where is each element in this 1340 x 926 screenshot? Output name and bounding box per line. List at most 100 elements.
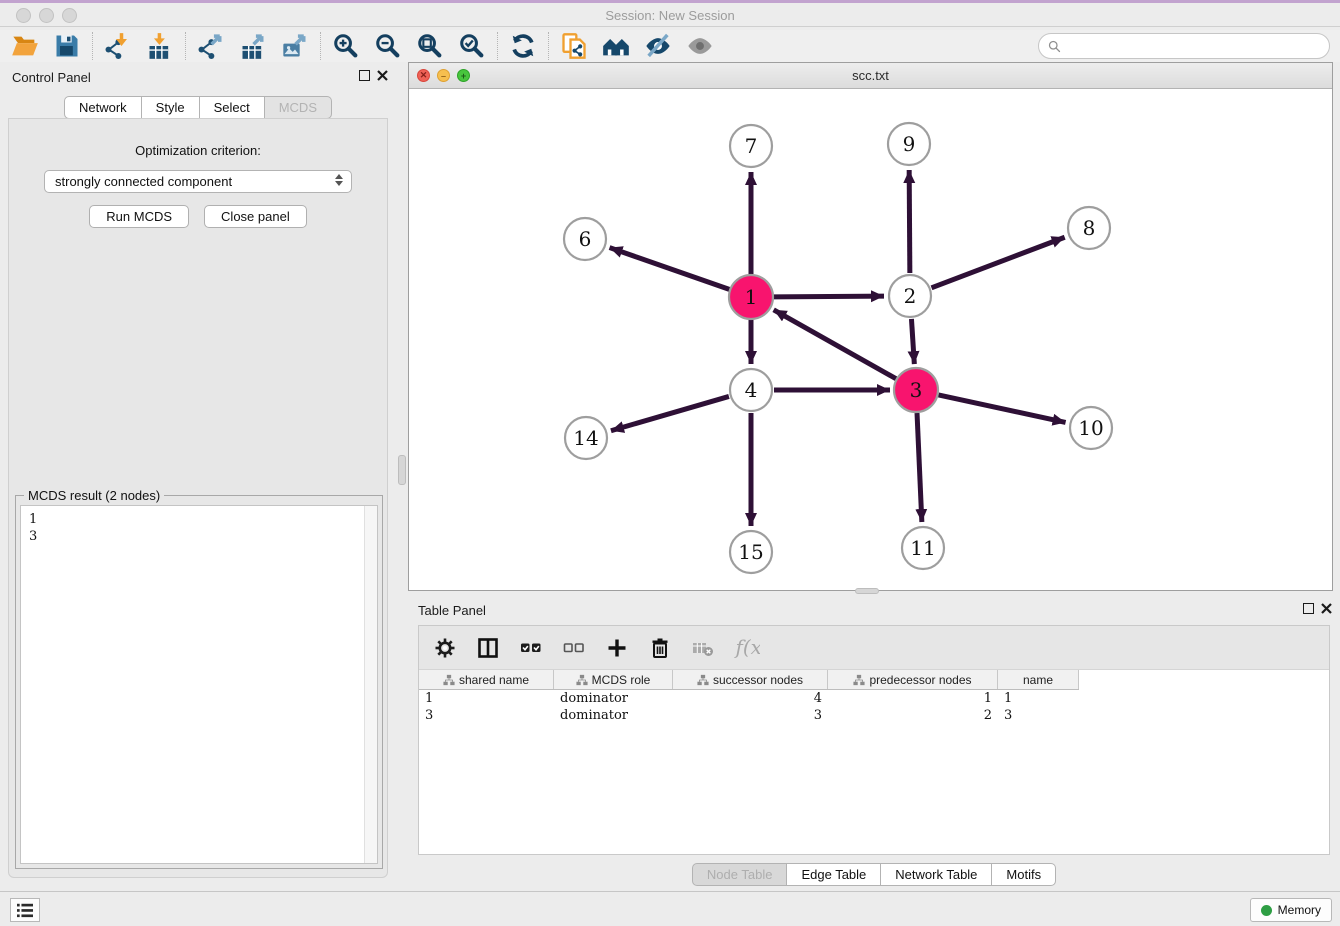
search-input[interactable] [1062,36,1329,56]
zoom-fit-button[interactable] [415,31,445,61]
show-all-button[interactable] [685,31,715,61]
column-header-name[interactable]: name [998,670,1079,689]
memory-button[interactable]: Memory [1250,898,1332,922]
export-table-button[interactable] [238,31,268,61]
criterion-select[interactable]: strongly connected component [44,170,352,193]
graph-edge-3-11[interactable] [917,413,922,522]
svg-text:3: 3 [910,378,923,402]
graph-node-8[interactable]: 8 [1068,207,1110,249]
graph-edge-3-10[interactable] [938,395,1065,423]
deselect-all-button[interactable] [560,634,588,662]
table-row[interactable]: 3dominator323 [419,707,1079,724]
gear-button[interactable] [431,634,459,662]
export-network-icon [197,32,225,60]
import-network-button[interactable] [103,31,133,61]
graph-node-9[interactable]: 9 [888,123,930,165]
delete-button[interactable] [646,634,674,662]
import-table-button[interactable] [145,31,175,61]
vertical-splitter-handle[interactable] [398,455,406,485]
export-image-button[interactable] [280,31,310,61]
table-cell[interactable]: dominator [554,707,673,724]
tab-motifs[interactable]: Motifs [992,863,1056,886]
graph-node-7[interactable]: 7 [730,125,772,167]
graph-node-2[interactable]: 2 [889,275,931,317]
mcds-result-textarea[interactable]: 13 [20,505,378,864]
float-table-panel-icon[interactable] [1303,603,1314,614]
graph-edge-4-14[interactable] [611,396,729,430]
graph-edge-2-3[interactable] [911,319,914,364]
graph-node-6[interactable]: 6 [564,218,606,260]
close-table-panel-icon[interactable] [1321,603,1332,614]
criterion-value: strongly connected component [55,174,232,189]
save-button[interactable] [52,31,82,61]
graph-node-4[interactable]: 4 [730,369,772,411]
table-cell[interactable]: 4 [673,690,828,707]
graph-node-3[interactable]: 3 [894,368,938,412]
add-button[interactable] [603,634,631,662]
task-history-button[interactable] [10,898,40,922]
svg-text:9: 9 [903,132,916,156]
columns-button[interactable] [474,634,502,662]
export-network-button[interactable] [196,31,226,61]
mcds-result-line: 3 [29,528,369,545]
table-cell[interactable]: 3 [673,707,828,724]
close-panel-button[interactable]: Close panel [204,205,307,228]
table-cell[interactable]: dominator [554,690,673,707]
column-header-MCDS-role[interactable]: MCDS role [554,670,673,689]
column-type-icon [853,674,865,686]
graph-edge-3-1[interactable] [774,310,896,379]
column-header-predecessor-nodes[interactable]: predecessor nodes [828,670,998,689]
open-file-button[interactable] [10,31,40,61]
select-all-button[interactable] [517,634,545,662]
tab-select[interactable]: Select [200,96,265,119]
table-row[interactable]: 1dominator411 [419,690,1079,707]
run-mcds-button[interactable]: Run MCDS [89,205,189,228]
graph-node-11[interactable]: 11 [902,527,944,569]
column-header-label: MCDS role [592,673,651,687]
graph-node-1[interactable]: 1 [729,275,773,319]
column-header-shared-name[interactable]: shared name [419,670,554,689]
result-scrollbar[interactable] [364,506,377,863]
svg-text:8: 8 [1083,216,1096,240]
tab-edge-table[interactable]: Edge Table [787,863,881,886]
zoom-fit-icon [416,32,444,60]
tab-network-table[interactable]: Network Table [881,863,992,886]
deselect-all-icon [562,636,586,660]
horizontal-splitter-handle[interactable] [855,588,879,594]
zoom-in-button[interactable] [331,31,361,61]
table-cell[interactable]: 2 [828,707,998,724]
table-cell[interactable]: 1 [828,690,998,707]
table-cell[interactable]: 3 [419,707,554,724]
duplicate-network-button[interactable] [559,31,589,61]
zoom-out-button[interactable] [373,31,403,61]
graph-node-14[interactable]: 14 [565,417,607,459]
graph-edge-1-6[interactable] [610,248,730,290]
control-panel: Control Panel NetworkStyleSelectMCDS Opt… [0,62,396,890]
network-canvas[interactable]: 7 9 6 8 1 2 4 3 14 10 15 11 [409,89,1332,590]
control-panel-title: Control Panel [12,70,91,85]
column-header-successor-nodes[interactable]: successor nodes [673,670,828,689]
first-neighbors-button[interactable] [601,31,631,61]
table-cell[interactable]: 3 [998,707,1079,724]
refresh-button[interactable] [508,31,538,61]
graph-node-10[interactable]: 10 [1070,407,1112,449]
tab-node-table[interactable]: Node Table [692,863,788,886]
graph-edge-1-2[interactable] [774,296,884,297]
network-graph[interactable]: 7 9 6 8 1 2 4 3 14 10 15 11 [409,89,1332,590]
graph-node-15[interactable]: 15 [730,531,772,573]
zoom-selected-button[interactable] [457,31,487,61]
search-box[interactable] [1038,33,1330,59]
network-window-titlebar[interactable]: ✕ – + scc.txt [409,63,1332,89]
tab-style[interactable]: Style [142,96,200,119]
float-panel-icon[interactable] [359,70,370,81]
tab-mcds[interactable]: MCDS [265,96,332,119]
graph-edge-2-8[interactable] [932,237,1065,288]
close-panel-icon[interactable] [377,70,388,81]
hide-selected-button[interactable] [643,31,673,61]
svg-text:14: 14 [573,426,598,450]
table-cell[interactable]: 1 [998,690,1079,707]
tab-network[interactable]: Network [64,96,142,119]
table-cell[interactable]: 1 [419,690,554,707]
node-table[interactable]: shared name MCDS role successor nodesprede… [419,670,1329,724]
graph-edge-2-9[interactable] [909,170,910,273]
